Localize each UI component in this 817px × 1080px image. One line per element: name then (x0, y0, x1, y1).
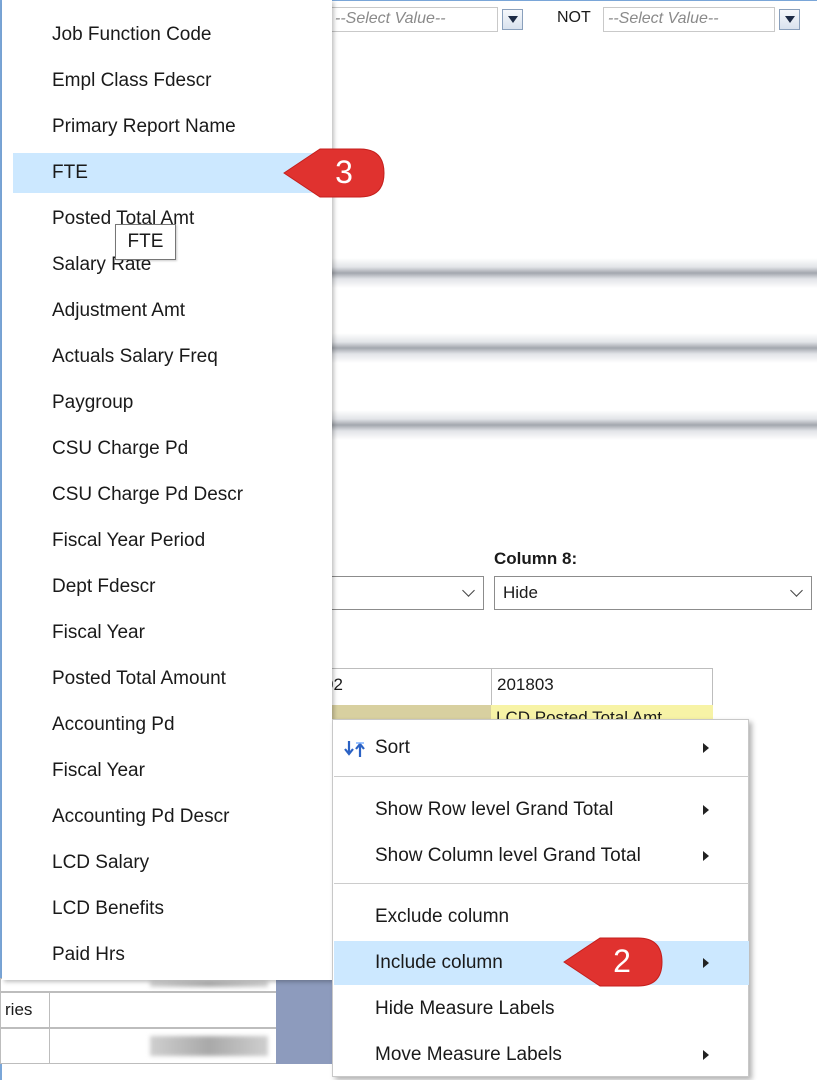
chevron-right-icon (703, 851, 709, 861)
column-option-empl-class-fdescr[interactable]: Empl Class Fdescr (13, 61, 332, 101)
column-option-primary-report-name[interactable]: Primary Report Name (13, 107, 332, 147)
chevron-right-icon (703, 805, 709, 815)
menu-item-show-row-grand-total[interactable]: Show Row level Grand Total (334, 788, 749, 832)
menu-item-label: Exclude column (375, 906, 510, 927)
column-option-fiscal-year[interactable]: Fiscal Year (13, 613, 332, 653)
step-number: 3 (335, 154, 353, 190)
section-splitter-3 (330, 410, 817, 440)
column-option-csu-charge-pd-descr[interactable]: CSU Charge Pd Descr (13, 475, 332, 515)
redacted-value (150, 981, 268, 987)
step-2-callout: 2 (560, 935, 666, 989)
menu-item-label: Hide Measure Labels (375, 998, 555, 1019)
not-operator-label: NOT (557, 9, 591, 26)
fte-tooltip: FTE (115, 224, 176, 260)
column-8-select-value: Hide (503, 583, 538, 602)
column-option-fiscal-year-2[interactable]: Fiscal Year (13, 751, 332, 791)
menu-item-label: Move Measure Labels (375, 1044, 562, 1065)
column-option-actuals-salary-freq[interactable]: Actuals Salary Freq (13, 337, 332, 377)
step-3-callout: 3 (280, 145, 388, 201)
column-option-paygroup[interactable]: Paygroup (13, 383, 332, 423)
column-7-select[interactable] (316, 576, 484, 610)
pivot-subheader-col-a (318, 705, 492, 719)
chevron-down-icon (790, 584, 803, 597)
chevron-right-icon (703, 743, 709, 753)
column-8-label: Column 8: (494, 549, 578, 568)
sort-icon (344, 741, 365, 757)
column-option-dept-fdescr[interactable]: Dept Fdescr (13, 567, 332, 607)
menu-separator (334, 883, 749, 884)
prompt-value-select-1[interactable]: --Select Value-- (330, 7, 498, 32)
column-option-lcd-salary[interactable]: LCD Salary (13, 843, 332, 883)
column-8-select[interactable]: Hide (494, 576, 812, 610)
menu-item-label: Include column (375, 952, 503, 973)
step-number: 2 (613, 943, 631, 979)
menu-item-include-column[interactable]: Include column (334, 941, 749, 985)
chevron-right-icon (703, 958, 709, 968)
chevron-down-icon (462, 584, 475, 597)
section-splitter-2 (330, 333, 817, 363)
cell-divider (49, 1029, 50, 1063)
menu-item-show-column-grand-total[interactable]: Show Column level Grand Total (334, 834, 749, 878)
prompt-value-select-2[interactable]: --Select Value-- (603, 7, 775, 32)
menu-item-label: Show Column level Grand Total (375, 845, 641, 866)
menu-item-move-measure-labels[interactable]: Move Measure Labels (334, 1033, 749, 1077)
column-option-fiscal-year-period[interactable]: Fiscal Year Period (13, 521, 332, 561)
menu-item-exclude-column[interactable]: Exclude column (334, 895, 749, 939)
menu-item-hide-measure-labels[interactable]: Hide Measure Labels (334, 987, 749, 1031)
cell-divider (49, 993, 50, 1027)
prompt-dropdown-button-2[interactable] (779, 9, 800, 30)
pivot-header-col-a: 02 (318, 668, 492, 706)
chevron-down-icon (507, 16, 518, 23)
highlighted-column (276, 978, 332, 1064)
pivot-subheader-text: LCD Posted Total Amt (496, 708, 662, 719)
column-option-paid-hrs[interactable]: Paid Hrs (13, 935, 332, 975)
chevron-right-icon (703, 1050, 709, 1060)
pivot-header-col-b: 201803 (491, 668, 713, 706)
column-option-adjustment-amt[interactable]: Adjustment Amt (13, 291, 332, 331)
menu-item-sort[interactable]: Sort (334, 726, 749, 770)
menu-item-label: Sort (375, 737, 410, 758)
pivot-subheader-col-b: LCD Posted Total Amt (491, 705, 713, 719)
row-label: ries (5, 1000, 33, 1019)
column-option-csu-charge-pd[interactable]: CSU Charge Pd (13, 429, 332, 469)
column-option-job-function-code[interactable]: Job Function Code (13, 15, 332, 55)
menu-separator (334, 776, 749, 777)
chevron-down-icon (784, 16, 795, 23)
column-option-accounting-pd-descr[interactable]: Accounting Pd Descr (13, 797, 332, 837)
redacted-value (150, 1036, 268, 1056)
column-option-lcd-benefits[interactable]: LCD Benefits (13, 889, 332, 929)
section-splitter-1 (330, 258, 817, 288)
column-context-menu: Sort Show Row level Grand Total Show Col… (332, 719, 749, 1077)
column-option-posted-total-amount[interactable]: Posted Total Amount (13, 659, 332, 699)
prompt-dropdown-button-1[interactable] (502, 9, 523, 30)
column-option-accounting-pd[interactable]: Accounting Pd (13, 705, 332, 745)
menu-item-label: Show Row level Grand Total (375, 799, 614, 820)
